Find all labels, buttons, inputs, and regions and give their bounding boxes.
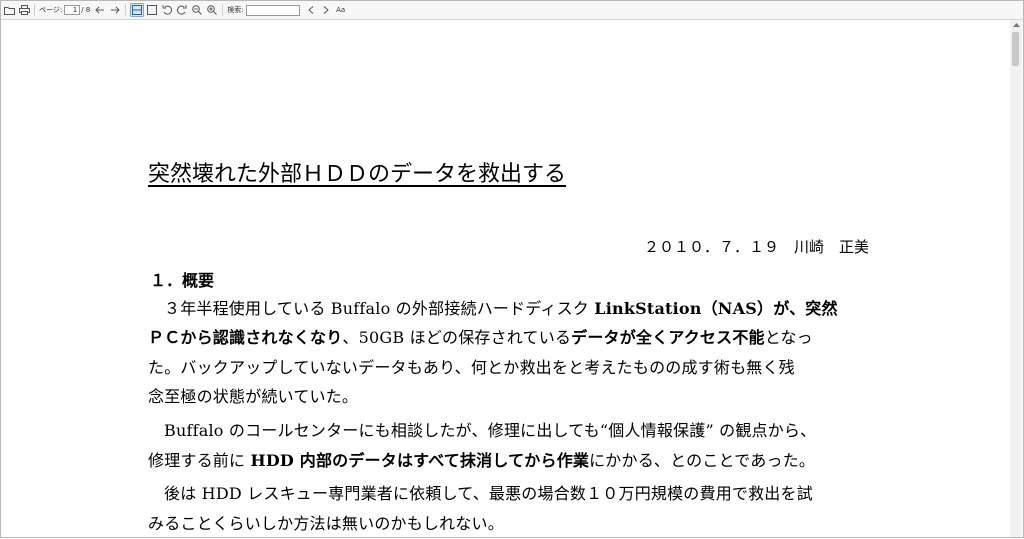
- toolbar-separator: [222, 4, 224, 16]
- date-author-line: ２０１０．７．１９ 川崎 正美: [643, 238, 869, 256]
- paragraph-line: みることくらいしか方法は無いのかもしれない。: [148, 514, 504, 533]
- toolbar-separator: [34, 4, 35, 16]
- search-next-icon[interactable]: [319, 3, 333, 17]
- paragraph-line: Buffalo のコールセンターにも相談したが、修理に出しても“個人情報保護” …: [164, 421, 817, 440]
- print-icon[interactable]: [17, 3, 31, 17]
- paragraph-line: た。バックアップしていないデータもあり、何とか救出をと考えたものの成す術も無く残: [148, 358, 795, 377]
- paragraph-line: 修理する前に HDD 内部のデータはすべて抹消してから作業にかかる、とのことであ…: [148, 451, 816, 470]
- scroll-thumb[interactable]: [1012, 32, 1019, 66]
- rotate-right-icon[interactable]: [175, 3, 189, 17]
- open-folder-icon[interactable]: [2, 3, 16, 17]
- fit-page-icon[interactable]: [145, 3, 159, 17]
- page-number-input[interactable]: 1: [64, 5, 81, 15]
- next-page-arrow-icon[interactable]: [108, 3, 122, 17]
- paragraph-line: 念至極の状態が続いていた。: [148, 387, 359, 406]
- vertical-scrollbar[interactable]: [1010, 20, 1022, 537]
- document-page: 突然壊れた外部ＨＤＤのデータを救出する ２０１０．７．１９ 川崎 正美 １．概要…: [1, 20, 1011, 539]
- fit-width-icon[interactable]: [130, 3, 145, 17]
- rotate-left-icon[interactable]: [160, 3, 174, 17]
- toolbar-separator: [125, 4, 127, 16]
- previous-page-arrow-icon[interactable]: [93, 3, 107, 17]
- paragraph-line: ＰＣから認識されなくなり、50GB ほどの保存されているデータが全くアクセス不能…: [148, 328, 813, 347]
- match-case-button[interactable]: Aa: [334, 3, 348, 17]
- search-input[interactable]: [245, 4, 300, 16]
- zoom-in-icon[interactable]: [205, 3, 219, 17]
- pdf-toolbar: ページ: 1 / 8 検索: Aa: [1, 1, 1023, 20]
- page-label: ページ:: [39, 6, 63, 14]
- search-label: 検索:: [227, 6, 244, 14]
- zoom-out-icon[interactable]: [190, 3, 204, 17]
- page-total: / 8: [81, 6, 91, 14]
- section-heading: １．概要: [150, 271, 215, 290]
- scroll-up-arrow-icon[interactable]: [1010, 20, 1022, 30]
- paragraph-line: ３年半程使用している Buffalo の外部接続ハードディスク LinkStat…: [164, 299, 838, 318]
- paragraph-line: 後は HDD レスキュー専門業者に依頼して、最悪の場合数１０万円規模の費用で救出…: [164, 484, 813, 503]
- search-previous-icon[interactable]: [304, 3, 318, 17]
- document-title: 突然壊れた外部ＨＤＤのデータを救出する: [148, 162, 567, 187]
